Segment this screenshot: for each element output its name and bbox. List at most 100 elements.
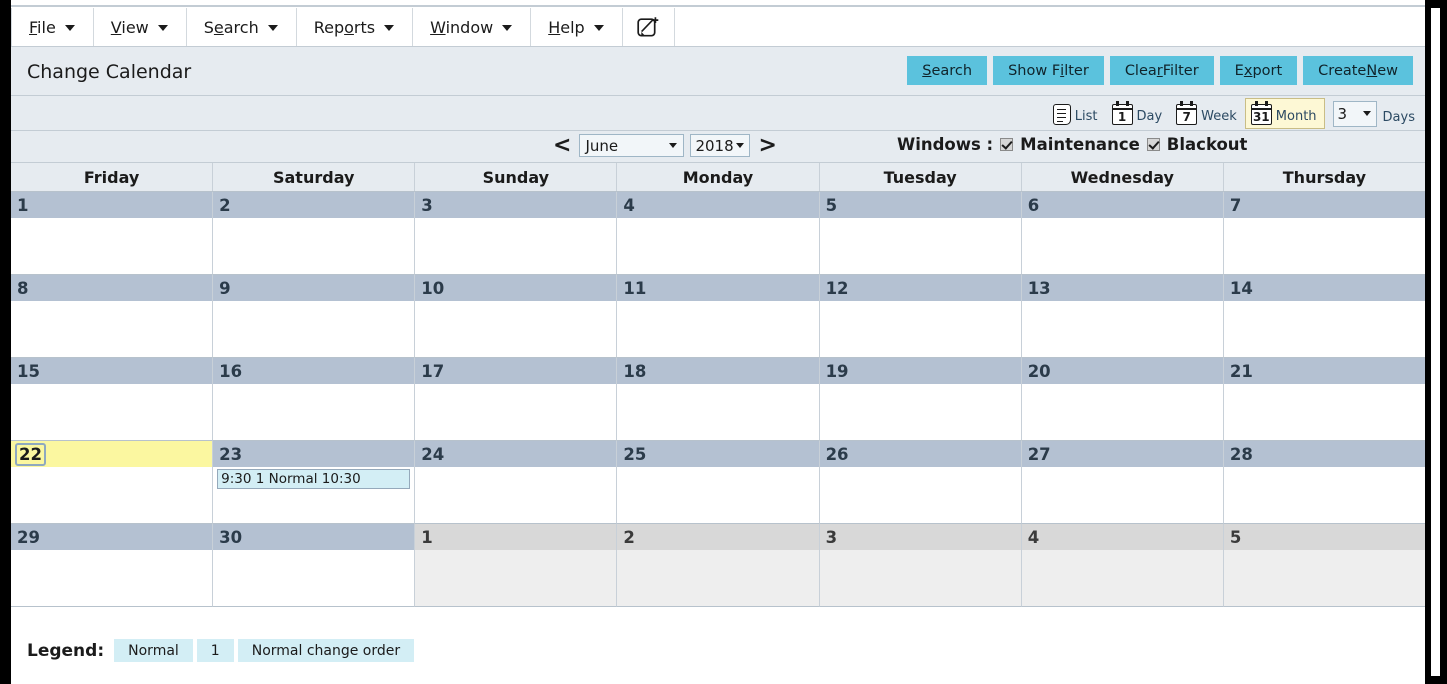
- day-events: [1022, 218, 1223, 220]
- create-new-button[interactable]: Create New: [1303, 56, 1413, 85]
- menu-item-file[interactable]: File: [11, 8, 94, 46]
- previous-month-button[interactable]: <: [551, 134, 573, 157]
- day-events: [11, 384, 212, 386]
- day-number-strip: 2: [617, 524, 819, 550]
- menu-item-reports[interactable]: Reports: [297, 8, 414, 46]
- show-filter-button[interactable]: Show Fi lter: [993, 56, 1104, 85]
- calendar-day-cell[interactable]: 9: [213, 275, 416, 358]
- day-of-week-header-row: Friday Saturday Sunday Monday Tuesday Wednesd…: [11, 163, 1425, 192]
- day-number: 3: [421, 195, 433, 215]
- view-mode-week[interactable]: 7 Week: [1170, 98, 1245, 129]
- calendar-event[interactable]: 9:30 1 Normal 10:30: [217, 469, 411, 489]
- calendar-day-cell[interactable]: 10: [415, 275, 618, 358]
- calendar-day-cell[interactable]: 24: [415, 441, 618, 524]
- menu-item-view[interactable]: View: [94, 8, 187, 46]
- day-events: [617, 550, 818, 552]
- day-events: [617, 301, 818, 303]
- calendar-day-cell[interactable]: 14: [1223, 275, 1425, 358]
- calendar-day-cell[interactable]: 23 9:30 1 Normal 10:30: [213, 441, 416, 524]
- calendar-day-cell[interactable]: 1: [415, 524, 618, 607]
- chevron-down-icon: [384, 24, 395, 32]
- day-events: [1022, 550, 1223, 552]
- day-number-strip: 29: [11, 524, 213, 550]
- month-select[interactable]: June: [579, 134, 685, 157]
- new-window-button[interactable]: [623, 8, 675, 46]
- calendar-day-cell[interactable]: 28: [1223, 441, 1425, 524]
- page-title: Change Calendar: [27, 61, 192, 83]
- vertical-scrollbar-track[interactable]: [1431, 8, 1440, 676]
- day-number-strip: 20: [1021, 358, 1223, 384]
- days-count-value: 3: [1337, 104, 1348, 123]
- calendar-day-cell[interactable]: 19: [819, 358, 1022, 441]
- calendar-day-cell[interactable]: 7: [1223, 192, 1425, 275]
- menu-item-help[interactable]: Help: [531, 8, 623, 46]
- calendar-day-cell[interactable]: 5: [819, 192, 1022, 275]
- legend: Legend: Normal 1 Normal change order: [11, 625, 1425, 676]
- next-month-button[interactable]: >: [756, 134, 778, 157]
- calendar-day-cell[interactable]: 30: [213, 524, 416, 607]
- calendar-navigation-bar: < June 2018 > Windows : Maintenance Blac…: [11, 131, 1425, 163]
- menu-item-window[interactable]: Window: [413, 8, 532, 46]
- calendar-day-cell[interactable]: 12: [819, 275, 1022, 358]
- view-mode-list-label: List: [1074, 109, 1098, 124]
- calendar-day-cell[interactable]: 6: [1021, 192, 1224, 275]
- day-number-strip: 14: [1223, 275, 1425, 301]
- calendar-day-cell[interactable]: 26: [819, 441, 1022, 524]
- calendar-day-cell[interactable]: 4: [1021, 524, 1224, 607]
- legend-chip: 1: [196, 639, 234, 662]
- calendar-day-cell[interactable]: 3: [415, 192, 618, 275]
- view-mode-week-label: Week: [1201, 109, 1237, 124]
- calendar-day-cell[interactable]: 22: [11, 441, 214, 524]
- view-mode-day[interactable]: 1 Day: [1106, 98, 1171, 129]
- day-events: [213, 301, 414, 303]
- calendar-day-cell[interactable]: 18: [617, 358, 820, 441]
- day-number: 1: [17, 195, 29, 215]
- window-content: File View Search Reports Window Help Cha…: [11, 8, 1425, 676]
- calendar-day-cell[interactable]: 16: [213, 358, 416, 441]
- day-number-strip: 25: [617, 441, 819, 467]
- calendar-day-cell[interactable]: 8: [11, 275, 214, 358]
- day-events: [1224, 384, 1425, 386]
- view-mode-month[interactable]: 31 Month: [1244, 98, 1325, 129]
- view-mode-list[interactable]: List: [1047, 98, 1106, 129]
- calendar-day-cell[interactable]: 2: [617, 524, 820, 607]
- calendar-day-cell[interactable]: 5: [1223, 524, 1425, 607]
- calendar-day-cell[interactable]: 2: [213, 192, 416, 275]
- day-number-strip: 1: [11, 192, 213, 218]
- day-number: 9: [219, 278, 231, 298]
- calendar-day-cell[interactable]: 25: [617, 441, 820, 524]
- day-events: [11, 467, 212, 469]
- maintenance-checkbox[interactable]: [1000, 138, 1014, 151]
- calendar-day-cell[interactable]: 1: [11, 192, 214, 275]
- day-number: 30: [219, 527, 243, 547]
- calendar-day-cell[interactable]: 3: [819, 524, 1022, 607]
- day-number: 17: [421, 361, 445, 381]
- day-number: 23: [219, 444, 243, 464]
- calendar-day-cell[interactable]: 4: [617, 192, 820, 275]
- blackout-checkbox[interactable]: [1146, 138, 1160, 151]
- year-select[interactable]: 2018: [690, 134, 751, 157]
- calendar-day-cell[interactable]: 17: [415, 358, 618, 441]
- calendar-week-row: 8 9 10 11 12 13 14: [11, 275, 1425, 358]
- calendar-day-cell[interactable]: 21: [1223, 358, 1425, 441]
- day-events: [1022, 301, 1223, 303]
- day-number-strip: 17: [415, 358, 617, 384]
- day-number-strip: 18: [617, 358, 819, 384]
- search-button[interactable]: Search: [907, 56, 988, 85]
- days-count-select[interactable]: 3: [1332, 100, 1377, 127]
- day-number-strip: 10: [415, 275, 617, 301]
- calendar-day-cell[interactable]: 20: [1021, 358, 1224, 441]
- calendar-day-cell[interactable]: 15: [11, 358, 214, 441]
- calendar-day-cell[interactable]: 29: [11, 524, 214, 607]
- clear-filter-button[interactable]: Clea r Filter: [1109, 56, 1214, 85]
- export-button[interactable]: Ex port: [1219, 56, 1298, 85]
- menu-item-search[interactable]: Search: [187, 8, 297, 46]
- day-number: 4: [623, 195, 635, 215]
- window-frame-bottom: [0, 676, 1447, 684]
- days-count-label: Days: [1382, 110, 1415, 125]
- day-number: 4: [1027, 527, 1040, 547]
- calendar-day-cell[interactable]: 13: [1021, 275, 1224, 358]
- chevron-down-icon: [736, 142, 745, 149]
- calendar-day-cell[interactable]: 11: [617, 275, 820, 358]
- calendar-day-cell[interactable]: 27: [1021, 441, 1224, 524]
